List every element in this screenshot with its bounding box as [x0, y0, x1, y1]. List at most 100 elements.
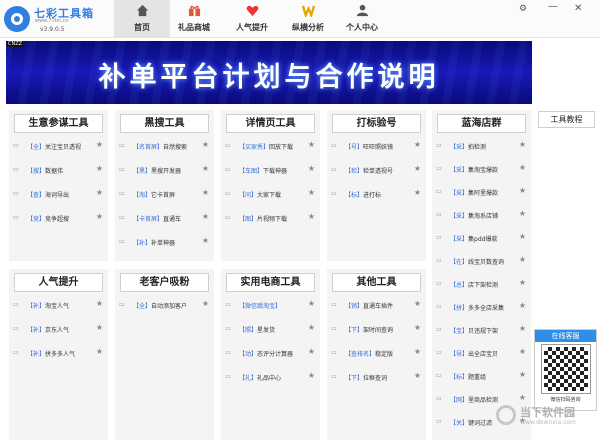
play-icon[interactable]: ▭ — [331, 301, 337, 308]
tool-item-label[interactable]: 【补】京东人气 — [27, 325, 69, 334]
tool-item-label[interactable]: 【全】关注宝贝透视 — [27, 142, 81, 151]
play-icon[interactable]: ▭ — [436, 395, 442, 402]
tool-item-label[interactable]: 【搜】数据伟 — [27, 166, 63, 175]
tool-item[interactable]: ▭ 【拼】多多全店采集 ★ — [432, 299, 531, 315]
star-icon[interactable]: ★ — [308, 299, 315, 308]
star-icon[interactable]: ★ — [414, 347, 421, 356]
promo-banner[interactable]: CNZZ 补单平台计划与合作说明 — [6, 41, 532, 104]
play-icon[interactable]: ▭ — [225, 166, 231, 173]
tool-item[interactable]: ▭ 【标】题重组 ★ — [432, 368, 531, 384]
tool-item-label[interactable]: 【关】键词过滤 — [450, 418, 492, 427]
star-icon[interactable]: ★ — [519, 255, 526, 264]
star-icon[interactable]: ★ — [414, 140, 421, 149]
tool-item-label[interactable]: 【买家秀】回放下载 — [239, 142, 293, 151]
play-icon[interactable]: ▭ — [436, 326, 442, 333]
tool-item-label[interactable]: 【查排名】稳定版 — [345, 349, 393, 358]
star-icon[interactable]: ★ — [308, 323, 315, 332]
tool-item[interactable]: ▭ 【检】检单透视号 ★ — [327, 162, 426, 178]
minimize-button[interactable]: — — [548, 1, 558, 12]
tool-item-label[interactable]: 【竞】竞争超搜 — [27, 214, 69, 223]
tool-item-label[interactable]: 【车图】下载神器 — [239, 166, 287, 175]
tool-item[interactable]: ▭ 【补】淘宝人气 ★ — [9, 297, 108, 313]
tool-item[interactable]: ▭ 【礼】礼品中心 ★ — [221, 369, 320, 385]
play-icon[interactable]: ▭ — [436, 303, 442, 310]
play-icon[interactable]: ▭ — [225, 325, 231, 332]
tool-item[interactable]: ▭ 【采】集pdd爆款 ★ — [432, 230, 531, 246]
star-icon[interactable]: ★ — [96, 347, 103, 356]
tool-item-label[interactable]: 【采】集阿里爆款 — [450, 188, 498, 197]
tool-item-label[interactable]: 【照】星发货 — [239, 325, 275, 334]
star-icon[interactable]: ★ — [414, 164, 421, 173]
play-icon[interactable]: ▭ — [331, 166, 337, 173]
star-icon[interactable]: ★ — [414, 188, 421, 197]
play-icon[interactable]: ▭ — [331, 373, 337, 380]
tool-item-label[interactable]: 【网】里商品检测 — [450, 395, 498, 404]
star-icon[interactable]: ★ — [519, 163, 526, 172]
nav-home[interactable]: 首页 — [114, 0, 170, 38]
tool-item[interactable]: ▭ 【淘】它卡首屏 ★ — [115, 186, 214, 202]
tool-item[interactable]: ▭ 【全】自动添加客户 ★ — [115, 297, 214, 313]
star-icon[interactable]: ★ — [308, 188, 315, 197]
tool-item-label[interactable]: 【标】进打标 — [345, 190, 381, 199]
tools-tutorial-tab[interactable]: 工具教程 — [538, 111, 595, 128]
star-icon[interactable]: ★ — [414, 323, 421, 332]
star-icon[interactable]: ★ — [96, 323, 103, 332]
tool-item[interactable]: ▭ 【在】线宝贝数查询 ★ — [432, 253, 531, 269]
tool-item[interactable]: ▭ 【采】集阿里爆款 ★ — [432, 184, 531, 200]
tool-item-label[interactable]: 【宝】贝违规下架 — [450, 326, 498, 335]
close-button[interactable]: ✕ — [574, 3, 582, 14]
tool-item-label[interactable]: 【在】线宝贝数查询 — [450, 257, 504, 266]
star-icon[interactable]: ★ — [96, 299, 103, 308]
nav-analysis[interactable]: 纵横分析 — [280, 0, 336, 38]
play-icon[interactable]: ▭ — [331, 190, 337, 197]
star-icon[interactable]: ★ — [308, 140, 315, 149]
tool-item-label[interactable]: 【导】出全店宝贝 — [450, 349, 498, 358]
tool-item[interactable]: ▭ 【采】拍检测 ★ — [432, 138, 531, 154]
play-icon[interactable]: ▭ — [119, 142, 125, 149]
tool-item-label[interactable]: 【采】集淘宝爆款 — [450, 165, 498, 174]
play-icon[interactable]: ▭ — [119, 190, 125, 197]
play-icon[interactable]: ▭ — [436, 418, 442, 425]
tool-item[interactable]: ▭ 【补】拼多多人气 ★ — [9, 345, 108, 361]
star-icon[interactable]: ★ — [308, 371, 315, 380]
star-icon[interactable]: ★ — [519, 186, 526, 195]
tool-item-label[interactable]: 【卡首屏】直通车 — [133, 214, 181, 223]
star-icon[interactable]: ★ — [519, 232, 526, 241]
star-icon[interactable]: ★ — [519, 140, 526, 149]
tool-item[interactable]: ▭ 【问】大家下载 ★ — [221, 186, 320, 202]
star-icon[interactable]: ★ — [519, 324, 526, 333]
star-icon[interactable]: ★ — [308, 212, 315, 221]
tool-item[interactable]: ▭ 【搜】数据伟 ★ — [9, 162, 108, 178]
play-icon[interactable]: ▭ — [436, 165, 442, 172]
play-icon[interactable]: ▭ — [436, 372, 442, 379]
tool-item-label[interactable]: 【采】集淘系店铺 — [450, 211, 498, 220]
star-icon[interactable]: ★ — [202, 236, 209, 245]
nav-personal[interactable]: 个人中心 — [334, 0, 390, 38]
tool-item[interactable]: ▭ 【号】旺旺照妖镜 ★ — [327, 138, 426, 154]
play-icon[interactable]: ▭ — [119, 301, 125, 308]
tool-item-label[interactable]: 【总】店下架检测 — [450, 280, 498, 289]
tool-item-label[interactable]: 【全】自动添加客户 — [133, 301, 187, 310]
tool-item[interactable]: ▭ 【标】进打标 ★ — [327, 186, 426, 202]
nav-gift-mall[interactable]: 礼品商城 — [166, 0, 222, 38]
star-icon[interactable]: ★ — [96, 164, 103, 173]
tool-item[interactable]: ▭ 【总】店下架检测 ★ — [432, 276, 531, 292]
play-icon[interactable]: ▭ — [436, 142, 442, 149]
play-icon[interactable]: ▭ — [331, 349, 337, 356]
play-icon[interactable]: ▭ — [119, 166, 125, 173]
tool-item-label[interactable]: 【下】拉框查词 — [345, 373, 387, 382]
tool-item[interactable]: ▭ 【销】直通车插件 ★ — [327, 297, 426, 313]
tool-item-label[interactable]: 【下】架时间查询 — [345, 325, 393, 334]
star-icon[interactable]: ★ — [96, 188, 103, 197]
play-icon[interactable]: ▭ — [331, 325, 337, 332]
play-icon[interactable]: ▭ — [436, 280, 442, 287]
play-icon[interactable]: ▭ — [436, 188, 442, 195]
tool-item[interactable]: ▭ 【采】集淘宝爆款 ★ — [432, 161, 531, 177]
play-icon[interactable]: ▭ — [331, 142, 337, 149]
tool-item[interactable]: ▭ 【查】海词导出 ★ — [9, 186, 108, 202]
tool-item[interactable]: ▭ 【下】拉框查词 ★ — [327, 369, 426, 385]
tool-item[interactable]: ▭ 【补】补单神器 ★ — [115, 234, 214, 250]
play-icon[interactable]: ▭ — [225, 373, 231, 380]
star-icon[interactable]: ★ — [519, 347, 526, 356]
star-icon[interactable]: ★ — [519, 209, 526, 218]
